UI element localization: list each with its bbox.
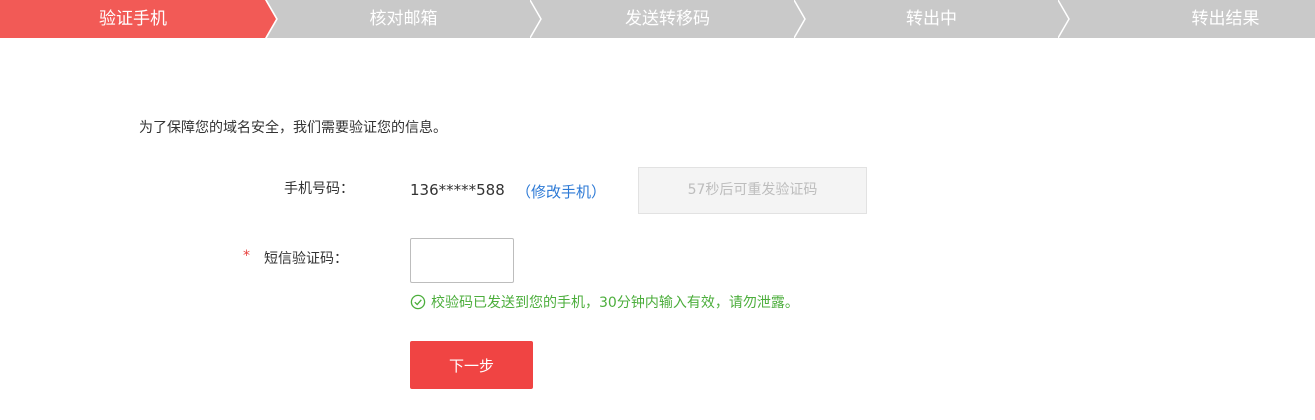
- next-step-button[interactable]: 下一步: [410, 341, 533, 389]
- sms-code-input[interactable]: [410, 238, 514, 283]
- step-transferring: 转出中: [794, 0, 1069, 38]
- step-verify-phone: 验证手机: [0, 0, 276, 38]
- step-label: 验证手机: [99, 9, 167, 29]
- resend-code-button[interactable]: 57秒后可重发验证码: [638, 167, 867, 214]
- modify-phone-link[interactable]: （修改手机）: [516, 181, 606, 202]
- step-transfer-result: 转出结果: [1058, 0, 1315, 38]
- step-label: 核对邮箱: [369, 9, 438, 29]
- step-send-transfer-code: 发送转移码: [530, 0, 805, 38]
- required-mark: *: [243, 248, 250, 264]
- step-label: 转出中: [906, 9, 957, 29]
- hint-text: 校验码已发送到您的手机，30分钟内输入有效，请勿泄露。: [431, 295, 799, 311]
- sms-sent-hint: 校验码已发送到您的手机，30分钟内输入有效，请勿泄露。: [410, 292, 799, 312]
- step-progress-bar: 验证手机 核对邮箱 发送转移码 转出中 转出结果: [0, 0, 1315, 38]
- intro-text: 为了保障您的域名安全，我们需要验证您的信息。: [139, 120, 447, 136]
- step-check-email: 核对邮箱: [266, 0, 541, 38]
- phone-number: 136*****588: [410, 181, 505, 199]
- check-circle-icon: [410, 294, 426, 310]
- step-label: 转出结果: [1191, 9, 1260, 29]
- sms-code-label: 短信验证码：: [264, 251, 348, 267]
- step-label: 发送转移码: [625, 9, 710, 29]
- phone-label: 手机号码：: [284, 181, 354, 197]
